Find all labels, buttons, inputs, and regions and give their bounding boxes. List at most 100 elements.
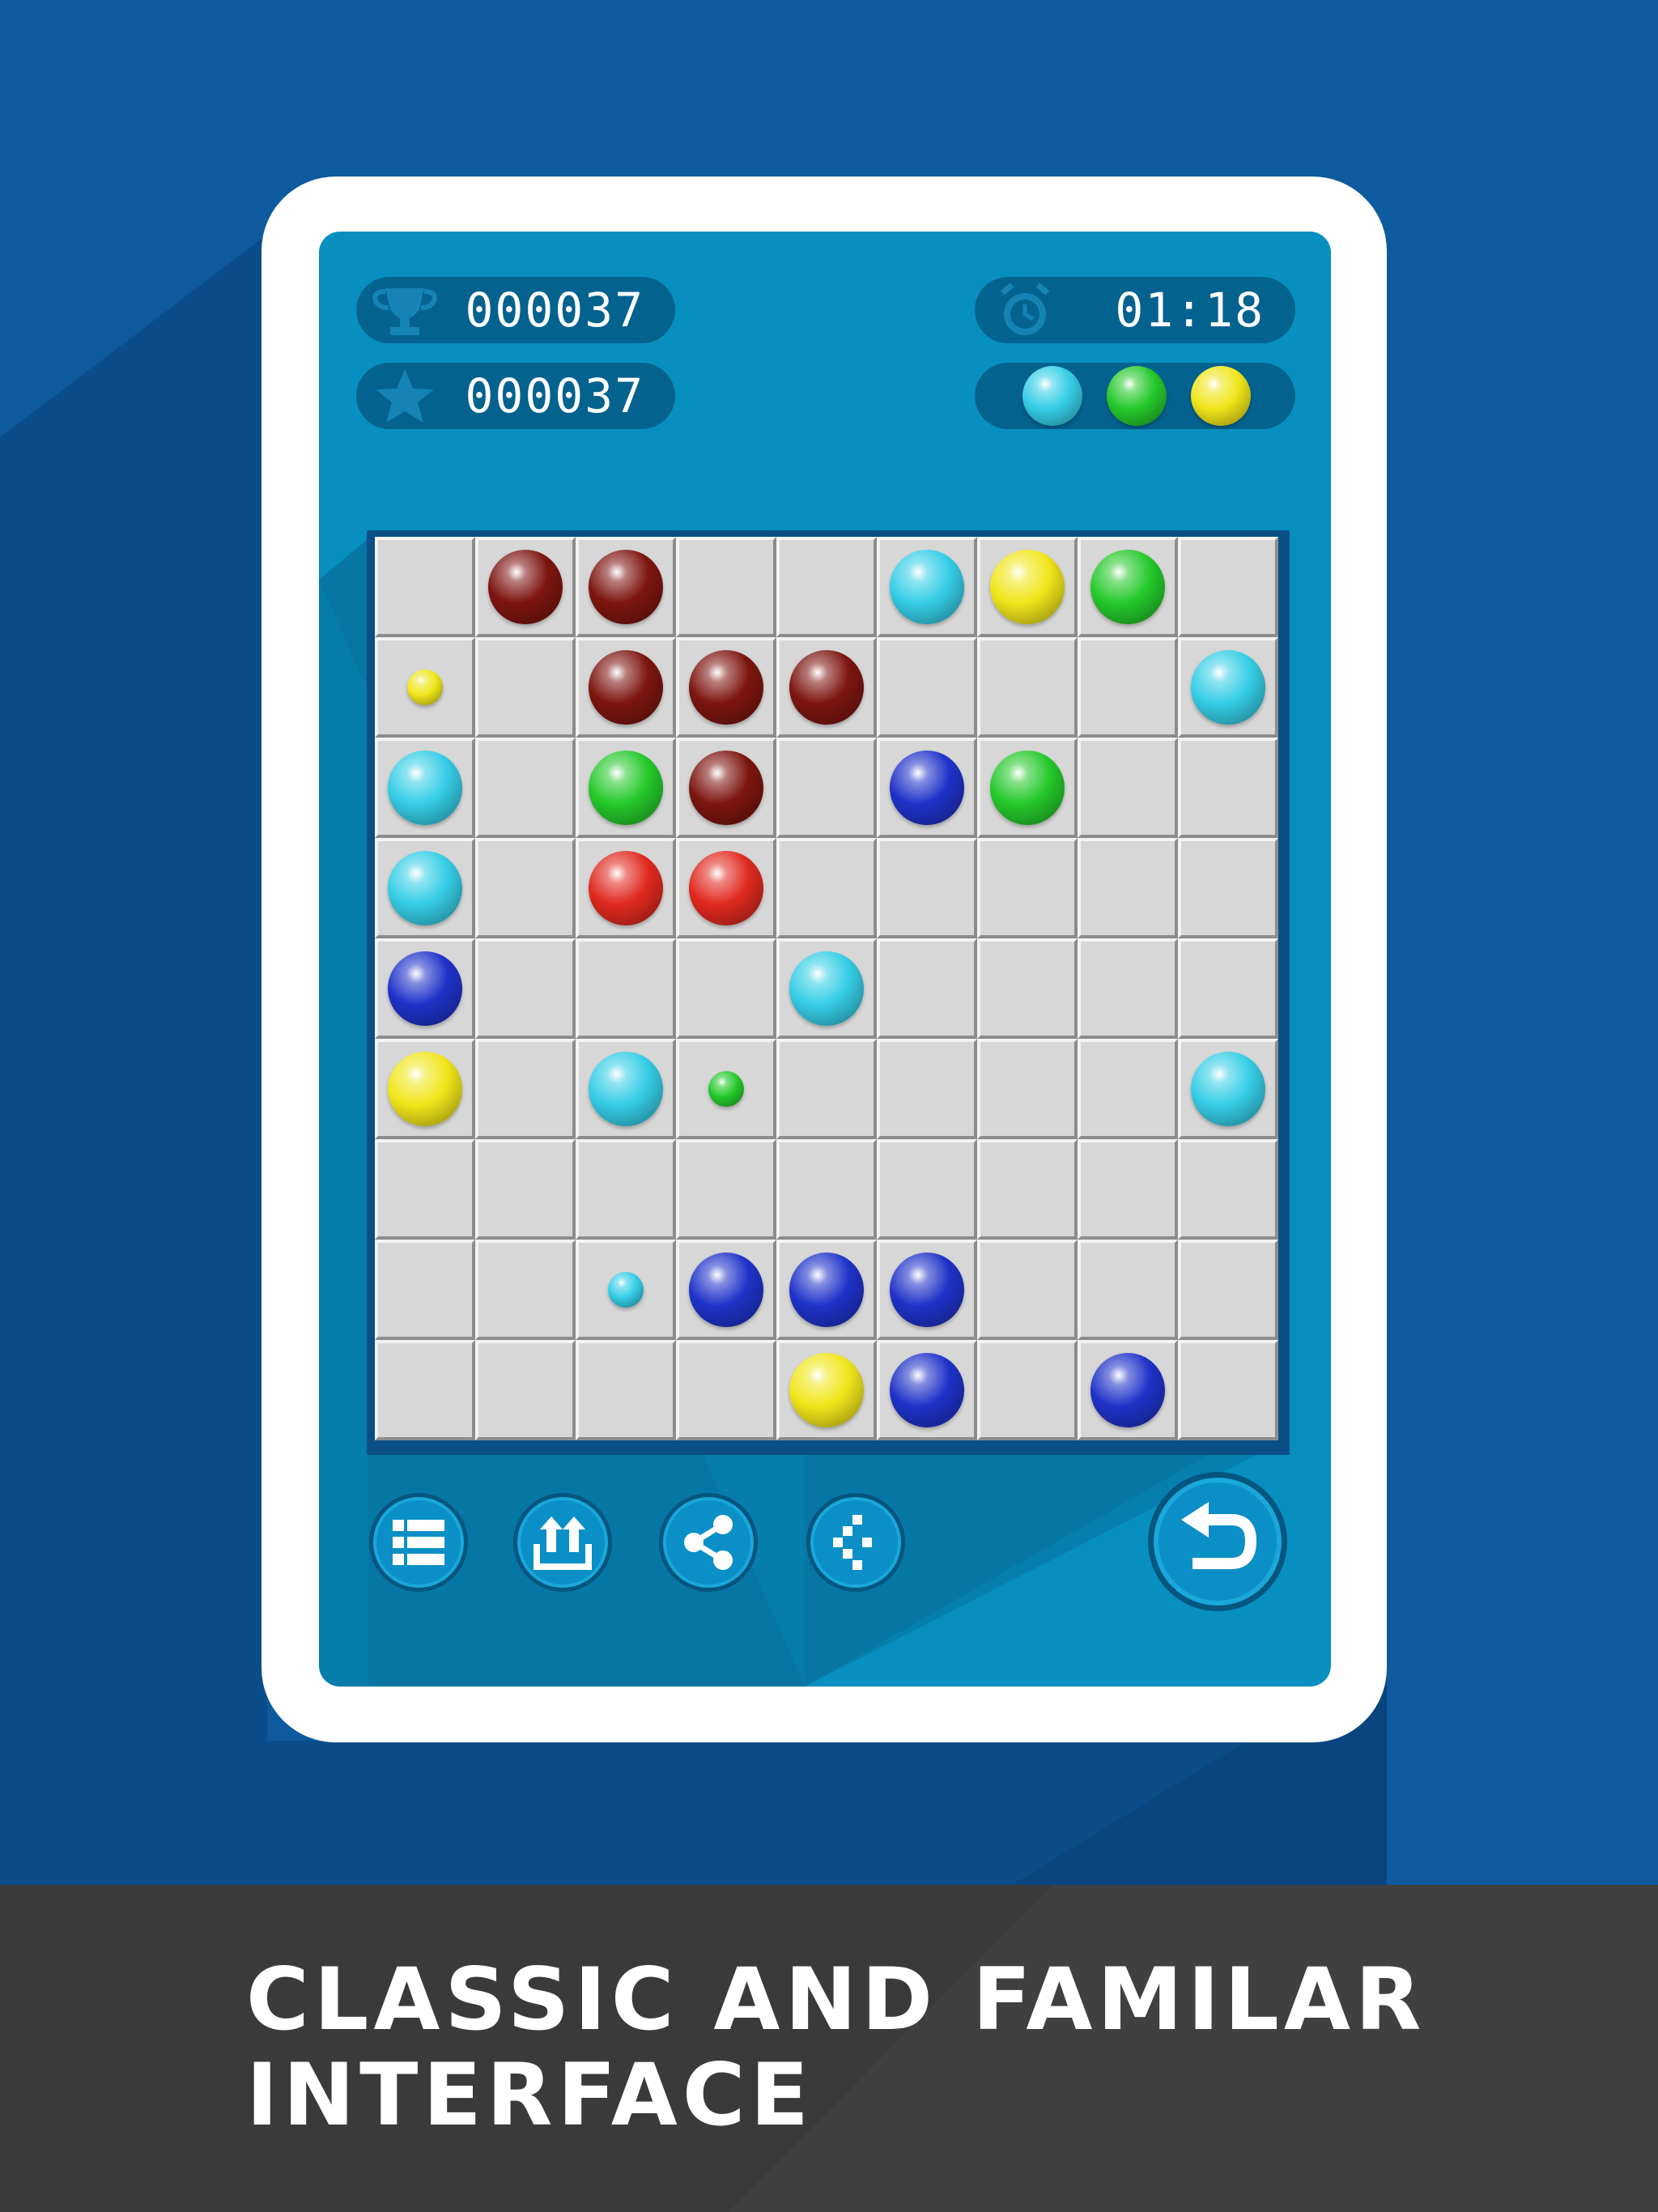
board-cell[interactable] bbox=[375, 537, 475, 637]
small-cyan-ball[interactable] bbox=[608, 1272, 644, 1308]
board-cell[interactable] bbox=[576, 738, 676, 838]
board-cell[interactable] bbox=[776, 938, 877, 1039]
share-button[interactable] bbox=[659, 1493, 758, 1592]
upload-button[interactable] bbox=[513, 1493, 612, 1592]
board-cell[interactable] bbox=[877, 537, 977, 637]
board-cell[interactable] bbox=[877, 1240, 977, 1340]
board-cell[interactable] bbox=[776, 738, 877, 838]
green-ball[interactable] bbox=[990, 751, 1065, 825]
yellow-ball[interactable] bbox=[388, 1052, 462, 1126]
board-cell[interactable] bbox=[1078, 1240, 1178, 1340]
darkred-ball[interactable] bbox=[488, 550, 563, 624]
board-cell[interactable] bbox=[1078, 838, 1178, 938]
board-cell[interactable] bbox=[977, 1340, 1078, 1440]
board-cell[interactable] bbox=[475, 537, 576, 637]
board-cell[interactable] bbox=[776, 1039, 877, 1139]
board-cell[interactable] bbox=[676, 537, 776, 637]
board-cell[interactable] bbox=[1078, 1139, 1178, 1240]
red-ball[interactable] bbox=[589, 851, 663, 925]
board-cell[interactable] bbox=[977, 637, 1078, 738]
board-cell[interactable] bbox=[776, 1139, 877, 1240]
darkred-ball[interactable] bbox=[589, 550, 663, 624]
board-cell[interactable] bbox=[576, 1039, 676, 1139]
darkred-ball[interactable] bbox=[789, 650, 864, 725]
cyan-ball[interactable] bbox=[388, 751, 462, 825]
board-cell[interactable] bbox=[1178, 838, 1278, 938]
board-cell[interactable] bbox=[877, 1039, 977, 1139]
board-cell[interactable] bbox=[776, 637, 877, 738]
board-cell[interactable] bbox=[877, 1340, 977, 1440]
board-cell[interactable] bbox=[776, 1340, 877, 1440]
board-cell[interactable] bbox=[375, 1240, 475, 1340]
blue-ball[interactable] bbox=[388, 951, 462, 1026]
board-cell[interactable] bbox=[475, 738, 576, 838]
board-cell[interactable] bbox=[1178, 537, 1278, 637]
board-cell[interactable] bbox=[375, 1039, 475, 1139]
board-cell[interactable] bbox=[877, 1139, 977, 1240]
board-cell[interactable] bbox=[676, 738, 776, 838]
cyan-ball[interactable] bbox=[1191, 1052, 1265, 1126]
board-cell[interactable] bbox=[676, 1039, 776, 1139]
small-green-ball[interactable] bbox=[708, 1071, 744, 1107]
blue-ball[interactable] bbox=[689, 1253, 763, 1327]
menu-button[interactable] bbox=[369, 1493, 468, 1592]
board-cell[interactable] bbox=[1178, 1039, 1278, 1139]
darkred-ball[interactable] bbox=[589, 650, 663, 725]
board-cell[interactable] bbox=[977, 1240, 1078, 1340]
board-cell[interactable] bbox=[475, 637, 576, 738]
board-cell[interactable] bbox=[1078, 738, 1178, 838]
board-cell[interactable] bbox=[676, 938, 776, 1039]
board-cell[interactable] bbox=[576, 637, 676, 738]
board-cell[interactable] bbox=[475, 1039, 576, 1139]
board-cell[interactable] bbox=[977, 738, 1078, 838]
small-yellow-ball[interactable] bbox=[407, 670, 443, 705]
board-cell[interactable] bbox=[977, 938, 1078, 1039]
board-cell[interactable] bbox=[576, 1340, 676, 1440]
cyan-ball[interactable] bbox=[890, 550, 964, 624]
board-cell[interactable] bbox=[475, 1340, 576, 1440]
red-ball[interactable] bbox=[689, 851, 763, 925]
board-cell[interactable] bbox=[1178, 1240, 1278, 1340]
board-cell[interactable] bbox=[375, 738, 475, 838]
board-cell[interactable] bbox=[1178, 1340, 1278, 1440]
board-cell[interactable] bbox=[1178, 738, 1278, 838]
board-cell[interactable] bbox=[375, 1340, 475, 1440]
board-cell[interactable] bbox=[576, 1139, 676, 1240]
blue-ball[interactable] bbox=[890, 1253, 964, 1327]
board-cell[interactable] bbox=[576, 537, 676, 637]
undo-button[interactable] bbox=[1148, 1472, 1287, 1611]
blue-ball[interactable] bbox=[890, 751, 964, 825]
board-cell[interactable] bbox=[1078, 537, 1178, 637]
blue-ball[interactable] bbox=[890, 1353, 964, 1427]
board-cell[interactable] bbox=[977, 838, 1078, 938]
cyan-ball[interactable] bbox=[1191, 650, 1265, 725]
board-cell[interactable] bbox=[1078, 938, 1178, 1039]
board-cell[interactable] bbox=[1178, 938, 1278, 1039]
cyan-ball[interactable] bbox=[388, 851, 462, 925]
board-cell[interactable] bbox=[877, 838, 977, 938]
board-cell[interactable] bbox=[576, 938, 676, 1039]
board-cell[interactable] bbox=[1178, 1139, 1278, 1240]
board-cell[interactable] bbox=[1178, 637, 1278, 738]
board-cell[interactable] bbox=[475, 1139, 576, 1240]
board-cell[interactable] bbox=[877, 637, 977, 738]
board-cell[interactable] bbox=[877, 738, 977, 838]
board-cell[interactable] bbox=[776, 537, 877, 637]
yellow-ball[interactable] bbox=[990, 550, 1065, 624]
board-cell[interactable] bbox=[977, 1139, 1078, 1240]
board-cell[interactable] bbox=[475, 938, 576, 1039]
more-button[interactable] bbox=[806, 1493, 905, 1592]
board-cell[interactable] bbox=[576, 838, 676, 938]
cyan-ball[interactable] bbox=[589, 1052, 663, 1126]
board-cell[interactable] bbox=[1078, 637, 1178, 738]
board-cell[interactable] bbox=[1078, 1039, 1178, 1139]
board-cell[interactable] bbox=[776, 1240, 877, 1340]
board-cell[interactable] bbox=[676, 637, 776, 738]
green-ball[interactable] bbox=[1090, 550, 1165, 624]
green-ball[interactable] bbox=[589, 751, 663, 825]
board-cell[interactable] bbox=[676, 1340, 776, 1440]
cyan-ball[interactable] bbox=[789, 951, 864, 1026]
darkred-ball[interactable] bbox=[689, 650, 763, 725]
board-cell[interactable] bbox=[375, 938, 475, 1039]
board-cell[interactable] bbox=[977, 1039, 1078, 1139]
